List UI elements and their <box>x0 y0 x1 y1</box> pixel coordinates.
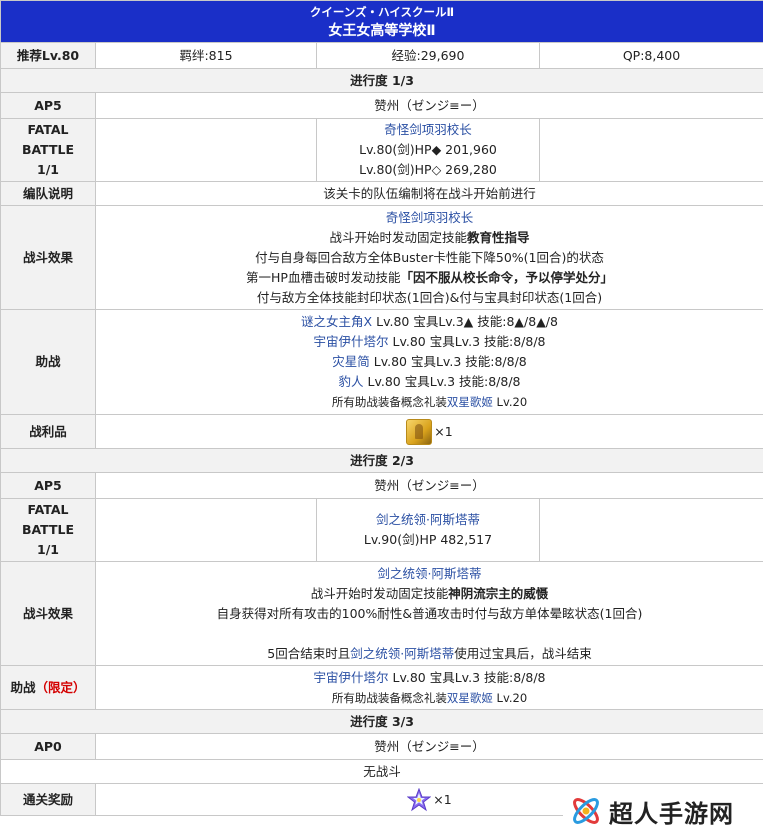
support-item: 宇宙伊什塔尔 Lv.80 宝具Lv.3 技能:8/8/8 <box>313 669 546 685</box>
enemy-hp: Lv.90(剑)HP 482,517 <box>363 532 493 547</box>
support-list: 谜之女主角X Lv.80 宝具Lv.3▲ 技能:8▲/8▲/8 宇宙伊什塔尔 L… <box>94 309 763 415</box>
bond-value: 羁绊:815 <box>95 42 317 69</box>
support-item: 豹人 Lv.80 宝具Lv.3 技能:8/8/8 <box>338 374 521 389</box>
fatal-text: FATAL <box>27 502 69 517</box>
effect-line-1: 战斗开始时发动固定技能教育性指导 <box>329 229 530 245</box>
ap-location: 赞州（ゼンジ≡ー） <box>94 472 763 499</box>
clear-reward-label: 通关奖励 <box>0 783 96 816</box>
enemy-slot-empty <box>95 118 317 182</box>
effect-line-2: 付与自身每回合敌方全体Buster卡性能下降50%(1回合)的状态 <box>255 249 604 265</box>
reward-count: ×1 <box>433 791 452 807</box>
quest-title: クイーンズ・ハイスクールⅡ 女王女高等学校Ⅱ <box>0 0 763 43</box>
enemy-hp-2: Lv.80(剑)HP◇ 269,280 <box>359 162 497 177</box>
battle-effect-label: 战斗效果 <box>0 561 96 666</box>
enemy-hp-1: Lv.80(剑)HP◆ 201,960 <box>359 142 497 157</box>
limited-tag: （限定） <box>35 679 86 695</box>
support-servant-link[interactable]: 豹人 <box>338 374 363 389</box>
enemy-slot-empty <box>95 498 317 562</box>
battle-effect: 奇怪剑项羽校长 战斗开始时发动固定技能教育性指导 付与自身每回合敌方全体Bust… <box>94 205 763 310</box>
enemy-name-link[interactable]: 奇怪剑项羽校长 <box>321 120 535 140</box>
recommended-level: 推荐Lv.80 <box>0 42 96 69</box>
enemy-slot-empty <box>538 498 763 562</box>
effect-enemy-link[interactable]: 剑之统领·阿斯塔蒂 <box>350 646 454 661</box>
site-name: 超人手游网 <box>609 799 734 828</box>
ap-location: 赞州（ゼンジ≡ー） <box>94 733 763 760</box>
ap-label: AP0 <box>0 733 96 760</box>
fatal-text: FATAL <box>27 122 69 137</box>
no-battle-text: 无战斗 <box>0 759 763 784</box>
battle-effect: 剑之统领·阿斯塔蒂 战斗开始时发动固定技能神阴流宗主的威慑 自身获得对所有攻击的… <box>94 561 763 666</box>
effect-line-3: 第一HP血槽击破时发动技能「因不服从校长命令，予以停学处分」 <box>246 269 613 285</box>
support-servant-link[interactable]: 宇宙伊什塔尔 <box>313 670 388 685</box>
ap-location: 赞州（ゼンジ≡ー） <box>94 92 763 119</box>
support-item: 宇宙伊什塔尔 Lv.80 宝具Lv.3 技能:8/8/8 <box>313 334 546 349</box>
support-ce: 所有助战装备概念礼装双星歌姬 Lv.20 <box>331 690 528 705</box>
formation-label: 编队说明 <box>0 181 96 206</box>
support-servant-link[interactable]: 灾星简 <box>332 354 370 369</box>
battle-effect-label: 战斗效果 <box>0 205 96 310</box>
effect-line-3: 5回合结束时且剑之统领·阿斯塔蒂使用过宝具后，战斗结束 <box>267 645 592 661</box>
support-servant-link[interactable]: 宇宙伊什塔尔 <box>313 334 388 349</box>
saint-quartz-icon[interactable] <box>407 787 432 812</box>
enemy-name-link[interactable]: 剑之统领·阿斯塔蒂 <box>321 510 535 530</box>
battle-count: 1/1 <box>37 542 59 557</box>
effect-line-4: 付与敌方全体技能封印状态(1回合)&付与宝具封印状态(1回合) <box>256 289 603 305</box>
battle-text: BATTLE <box>21 522 75 537</box>
effect-enemy-link[interactable]: 奇怪剑项羽校长 <box>100 208 759 228</box>
drops-label: 战利品 <box>0 414 96 449</box>
support-item: 谜之女主角X Lv.80 宝具Lv.3▲ 技能:8▲/8▲/8 <box>301 314 558 329</box>
gold-statue-icon[interactable] <box>406 418 433 445</box>
quest-title-cn: 女王女高等学校Ⅱ <box>328 22 436 39</box>
progress-3-header: 进行度 3/3 <box>0 709 763 734</box>
effect-line-1: 战斗开始时发动固定技能神阴流宗主的威慑 <box>310 585 549 601</box>
ap-label: AP5 <box>0 92 96 119</box>
drops: ×1 <box>94 414 763 449</box>
progress-2-header: 进行度 2/3 <box>0 448 763 473</box>
battle-text: BATTLE <box>21 142 75 157</box>
quest-table: クイーンズ・ハイスクールⅡ 女王女高等学校Ⅱ 推荐Lv.80 羁绊:815 经验… <box>0 0 763 816</box>
enemy-slot: 奇怪剑项羽校长 Lv.80(剑)HP◆ 201,960 Lv.80(剑)HP◇ … <box>316 118 540 182</box>
fatal-battle-label: FATAL BATTLE 1/1 <box>0 118 96 182</box>
effect-line-2: 自身获得对所有攻击的100%耐性&普通攻击时付与敌方单体晕眩状态(1回合) <box>216 605 643 621</box>
support-item: 灾星简 Lv.80 宝具Lv.3 技能:8/8/8 <box>332 354 527 369</box>
support-ce: 所有助战装备概念礼装双星歌姬 Lv.20 <box>331 395 528 409</box>
effect-spacer <box>100 624 759 644</box>
qp-value: QP:8,400 <box>538 42 763 69</box>
progress-1-header: 进行度 1/3 <box>0 68 763 93</box>
drop-count: ×1 <box>434 423 453 439</box>
fatal-battle-label: FATAL BATTLE 1/1 <box>0 498 96 562</box>
site-watermark: 超人手游网 <box>563 788 763 834</box>
site-logo-icon <box>573 798 599 824</box>
quest-title-jp: クイーンズ・ハイスクールⅡ <box>309 4 455 19</box>
ap-label: AP5 <box>0 472 96 499</box>
battle-count: 1/1 <box>37 162 59 177</box>
effect-enemy-link[interactable]: 剑之统领·阿斯塔蒂 <box>100 564 759 584</box>
support-label: 助战 <box>0 309 96 415</box>
support-servant-link[interactable]: 谜之女主角X <box>301 314 372 329</box>
ce-link[interactable]: 双星歌姬 <box>447 395 493 409</box>
formation-text: 该关卡的队伍编制将在战斗开始前进行 <box>94 181 763 206</box>
support-list: 宇宙伊什塔尔 Lv.80 宝具Lv.3 技能:8/8/8 所有助战装备概念礼装双… <box>94 665 763 710</box>
enemy-slot-empty <box>538 118 763 182</box>
exp-value: 经验:29,690 <box>316 42 540 69</box>
ce-link[interactable]: 双星歌姬 <box>447 691 493 705</box>
support-label: 助战（限定） <box>0 665 96 710</box>
enemy-slot: 剑之统领·阿斯塔蒂 Lv.90(剑)HP 482,517 <box>316 498 540 562</box>
